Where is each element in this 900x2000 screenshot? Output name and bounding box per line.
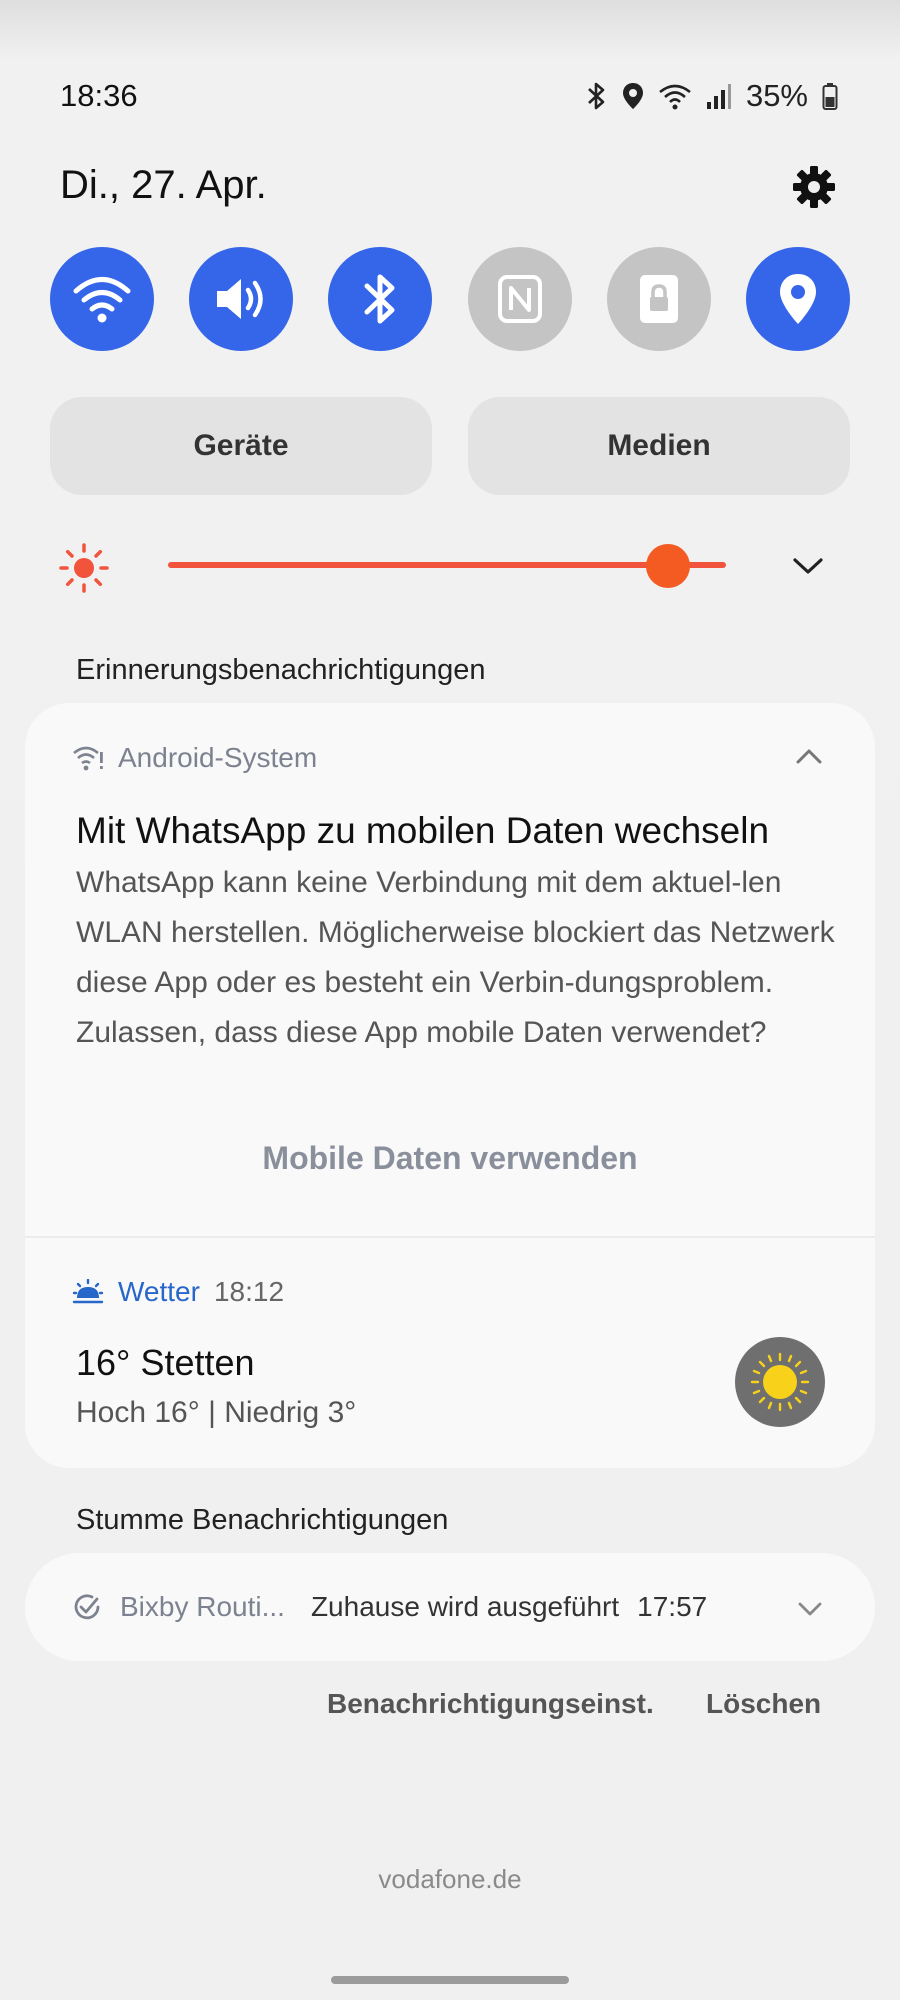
gear-icon[interactable] — [790, 163, 838, 211]
chevron-up-icon[interactable] — [794, 746, 824, 768]
bluetooth-toggle[interactable] — [328, 247, 433, 351]
secure-folder-toggle[interactable] — [606, 247, 711, 351]
battery-percent: 35% — [745, 78, 808, 113]
wifi-icon — [73, 277, 131, 323]
battery-icon — [822, 83, 838, 110]
brightness-slider-thumb[interactable] — [646, 544, 691, 588]
notification-settings-button[interactable]: Benachrichtigungseinst. — [327, 1688, 654, 1720]
carrier-label: vodafone.de — [378, 1864, 522, 1894]
bluetooth-icon — [588, 82, 605, 110]
wifi-alert-icon — [73, 746, 103, 771]
status-icons: 35% — [586, 78, 838, 114]
notification-divider — [25, 1236, 875, 1238]
signal-icon — [706, 84, 731, 109]
chevron-down-icon[interactable] — [790, 552, 826, 580]
sound-toggle[interactable] — [189, 247, 294, 351]
weather-app-name: Wetter — [118, 1276, 200, 1307]
lock-icon — [639, 275, 678, 323]
media-button[interactable]: Medien — [468, 397, 850, 495]
weather-time: 18:12 — [213, 1276, 285, 1307]
clear-button[interactable]: Löschen — [706, 1688, 821, 1720]
home-indicator[interactable] — [331, 1976, 569, 1984]
location-icon — [779, 274, 816, 324]
bixby-routines-icon — [74, 1594, 100, 1620]
weather-header: Wetter 18:12 — [72, 1276, 284, 1308]
notification-body: WhatsApp kann keine Verbindung mit dem a… — [76, 866, 835, 1049]
quick-toggles — [50, 247, 850, 351]
brightness-slider[interactable] — [168, 562, 726, 568]
date-label: Di., 27. Apr. — [60, 163, 267, 207]
bluetooth-icon — [364, 274, 395, 324]
location-toggle[interactable] — [745, 247, 850, 351]
weather-title: 16° Stetten — [76, 1342, 255, 1383]
wifi-toggle[interactable] — [50, 247, 154, 351]
silent-notification-text: Zuhause wird ausgeführt — [310, 1591, 620, 1622]
status-time: 18:36 — [60, 78, 138, 113]
section-label-alerting: Erinnerungsbenachrichtigungen — [76, 654, 486, 686]
section-label-silent: Stumme Benachrichtigungen — [76, 1504, 449, 1536]
wifi-icon — [659, 84, 691, 110]
devices-button[interactable]: Geräte — [50, 397, 432, 495]
notification-app-name: Android-System — [118, 742, 318, 773]
use-mobile-data-button[interactable]: Mobile Daten verwenden — [25, 1140, 875, 1177]
brightness-icon — [59, 543, 109, 593]
notification-title: Mit WhatsApp zu mobilen Daten wechseln — [76, 810, 770, 851]
silent-app-name: Bixby Routi... — [120, 1591, 285, 1622]
notification-header: Android-System — [72, 742, 317, 774]
nfc-icon — [497, 275, 542, 323]
weather-app-icon — [72, 1279, 104, 1304]
sun-icon — [735, 1337, 825, 1427]
silent-notification-time: 17:57 — [637, 1591, 708, 1622]
chevron-down-icon[interactable] — [796, 1598, 824, 1620]
weather-subtitle: Hoch 16° | Niedrig 3° — [76, 1396, 357, 1429]
sound-icon — [217, 279, 263, 319]
location-icon — [622, 83, 643, 109]
silent-notification-row: Bixby Routi... Zuhause wird ausgeführt 1… — [72, 1591, 707, 1623]
nfc-toggle[interactable] — [467, 247, 572, 351]
